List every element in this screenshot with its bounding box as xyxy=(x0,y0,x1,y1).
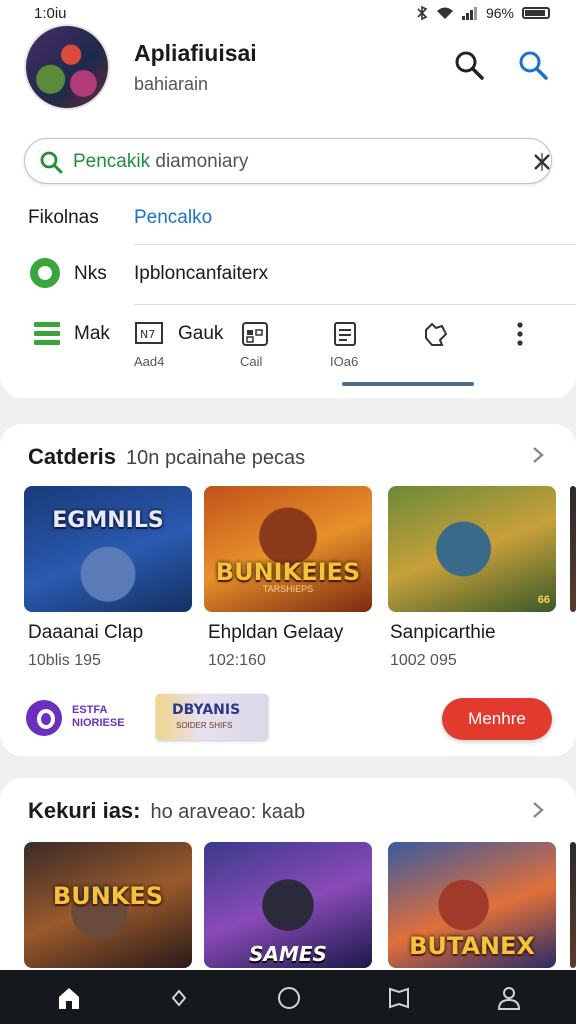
refresh-icon[interactable] xyxy=(30,258,60,288)
menu-icon[interactable] xyxy=(34,322,60,346)
puzzle-icon[interactable] xyxy=(420,320,450,348)
game-meta-1: 10blis 195 xyxy=(28,652,101,669)
section-title-catderis[interactable]: Catderis 10n pcainahe pecas xyxy=(28,444,305,470)
toolbar-label-aad4[interactable]: Aad4 xyxy=(134,354,164,369)
tab-indicator xyxy=(342,382,474,386)
brand-logo-line1: ESTFA xyxy=(72,704,108,716)
close-icon[interactable] xyxy=(533,153,551,171)
section-title-text: Kekuri ias: xyxy=(28,798,141,823)
game-tile-3[interactable]: 66 xyxy=(388,486,556,612)
app-subtitle: bahiarain xyxy=(134,74,209,94)
section-title-text: Catderis xyxy=(28,444,117,469)
row-label-mak[interactable]: Mak xyxy=(74,323,110,345)
game-tile-4[interactable]: BUNKES xyxy=(24,842,192,968)
search-query: Pencakik diamoniary xyxy=(73,151,248,173)
status-time: 1:0iu xyxy=(34,4,67,22)
game-meta-3: 1002 095 xyxy=(390,652,457,669)
svg-text:N7: N7 xyxy=(140,328,155,341)
profile-icon[interactable] xyxy=(496,985,522,1011)
chevron-right-icon[interactable] xyxy=(530,800,546,820)
game-tile-1[interactable]: EGMNILS xyxy=(24,486,192,612)
more-icon[interactable] xyxy=(506,320,536,348)
row-label-fikolnas[interactable]: Fikolnas xyxy=(28,207,99,229)
game-art-title: BUNIKEIES xyxy=(215,558,361,586)
row-text-ipblon[interactable]: Ipbloncanfaiterx xyxy=(134,263,268,285)
game-art-title: BUNKES xyxy=(52,882,164,910)
search-icon-alt[interactable] xyxy=(516,48,550,82)
game-art-title: EGMNILS xyxy=(52,508,164,533)
diamond-icon[interactable] xyxy=(166,985,192,1011)
game-meta-2: 102:160 xyxy=(208,652,266,669)
search-input[interactable]: Pencakik diamoniary xyxy=(24,138,552,184)
search-icon[interactable] xyxy=(452,48,486,82)
app-avatar[interactable] xyxy=(24,24,110,110)
search-query-highlight: Pencakik xyxy=(73,151,151,172)
row-label-nks[interactable]: Nks xyxy=(74,263,107,285)
status-icons: 96% xyxy=(416,5,550,21)
game-tile-2[interactable]: BUNIKEIES TARSHIEPS xyxy=(204,486,372,612)
game-tile-badge: 66 xyxy=(537,594,550,606)
toolbar-label-ioa6[interactable]: IOa6 xyxy=(330,354,358,369)
section-subtitle: ho araveao: kaab xyxy=(150,801,306,823)
game-art-title: SAMES xyxy=(249,942,327,966)
home-icon[interactable] xyxy=(56,985,82,1011)
signal-icon xyxy=(461,7,477,20)
section-subtitle: 10n pcainahe pecas xyxy=(126,447,306,469)
battery-percent: 96% xyxy=(485,5,514,21)
section-title-kekuri[interactable]: Kekuri ias: ho araveao: kaab xyxy=(28,798,305,824)
document-icon[interactable] xyxy=(330,320,360,348)
toolbar-label-cail[interactable]: Cail xyxy=(240,354,262,369)
game-art-title: BUTANEX xyxy=(409,932,535,960)
promo-banner[interactable]: DBYANIS SOIDER SHIFS xyxy=(156,694,268,740)
bottom-nav xyxy=(0,970,576,1024)
promo-banner-subtitle: SOIDER SHIFS xyxy=(176,721,233,730)
game-tile-6[interactable]: BUTANEX xyxy=(388,842,556,968)
game-name-3[interactable]: Sanpicarthie xyxy=(390,622,496,644)
game-name-1[interactable]: Daaanai Clap xyxy=(28,622,143,644)
bookmark-icon[interactable] xyxy=(386,985,412,1011)
search-field-icon xyxy=(40,151,63,174)
search-query-rest: diamoniary xyxy=(155,151,249,172)
divider xyxy=(134,244,576,245)
more-button[interactable]: Menhre xyxy=(442,698,552,740)
game-tile-5[interactable]: SAMES xyxy=(204,842,372,968)
app-title: Apliafiuisai xyxy=(134,40,257,66)
game-art-subtitle: TARSHIEPS xyxy=(262,584,314,594)
toolbar-inline-label[interactable]: Gauk xyxy=(178,323,223,345)
brand-logo-icon[interactable] xyxy=(26,700,62,736)
battery-icon xyxy=(522,7,550,19)
game-tile-peek[interactable] xyxy=(570,486,576,612)
brand-logo-text[interactable]: ESTFA NIORIESE xyxy=(72,704,125,730)
circle-icon[interactable] xyxy=(276,985,302,1011)
news-icon[interactable]: N7 xyxy=(134,320,164,348)
chevron-right-icon[interactable] xyxy=(530,445,546,465)
row-link-pencalko[interactable]: Pencalko xyxy=(134,207,212,229)
wifi-icon xyxy=(436,7,453,19)
bluetooth-icon xyxy=(417,6,428,20)
game-tile-peek[interactable] xyxy=(570,842,576,968)
promo-banner-title: DBYANIS xyxy=(172,702,241,718)
divider xyxy=(134,304,576,305)
game-name-2[interactable]: Ehpldan Gelaay xyxy=(208,622,343,644)
status-bar: 1:0iu 96% xyxy=(0,0,576,26)
brand-logo-line2: NIORIESE xyxy=(72,717,125,729)
calendar-icon[interactable] xyxy=(240,320,270,348)
